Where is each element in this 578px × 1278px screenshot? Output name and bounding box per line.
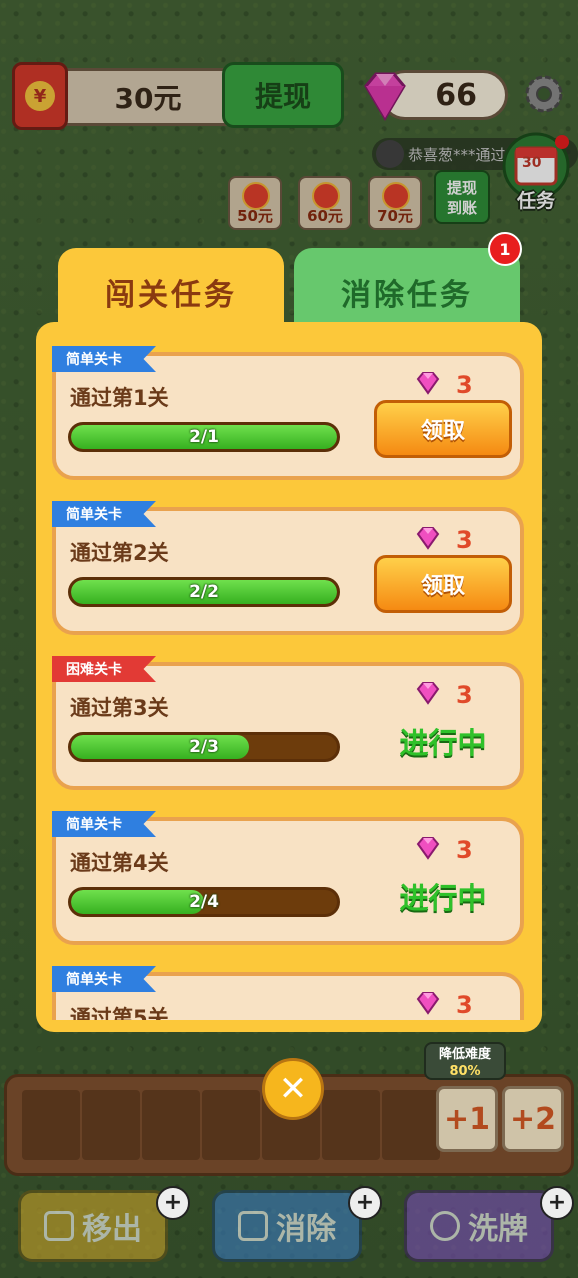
reward-count: 3	[456, 526, 473, 554]
lower-difficulty-tag: 降低难度 80%	[424, 1042, 506, 1080]
in-progress-status: 进行中	[399, 881, 487, 915]
progress-bar: 2/1	[68, 422, 340, 452]
move-out-icon	[44, 1211, 74, 1241]
gem-icon	[414, 836, 442, 864]
move-out-add-icon[interactable]: +	[156, 1186, 190, 1220]
tray-slot	[82, 1090, 140, 1160]
task-card: 简单关卡通过第2关 3 2/2 领取	[52, 501, 524, 635]
shuffle-button[interactable]: 洗牌	[404, 1190, 554, 1262]
task-title: 通过第2关	[70, 541, 169, 565]
difficulty-tag: 困难关卡	[52, 656, 156, 682]
difficulty-tag: 简单关卡	[52, 966, 156, 992]
difficulty-tag: 简单关卡	[52, 811, 156, 837]
task-title: 通过第4关	[70, 851, 169, 875]
lower-difficulty-pct: 80%	[449, 1064, 481, 1079]
gem-icon	[414, 526, 442, 554]
task-reward: 3	[414, 990, 514, 1020]
tray-slot	[202, 1090, 260, 1160]
eliminate-button[interactable]: 消除	[212, 1190, 362, 1262]
tab-eliminate-tasks[interactable]: 消除任务	[294, 248, 520, 328]
plus-two-slot-button[interactable]: +2	[502, 1086, 564, 1152]
eliminate-add-icon[interactable]: +	[348, 1186, 382, 1220]
progress-text: 2/1	[189, 427, 219, 447]
progress-text: 2/4	[189, 892, 219, 912]
task-card: 简单关卡通过第4关 3 2/4 进行中	[52, 811, 524, 945]
progress-text: 2/2	[189, 582, 219, 602]
task-title: 通过第5关	[70, 1006, 169, 1020]
difficulty-tag: 简单关卡	[52, 346, 156, 372]
tray-slot	[142, 1090, 200, 1160]
broom-icon	[238, 1211, 268, 1241]
shuffle-add-icon[interactable]: +	[540, 1186, 574, 1220]
task-title: 通过第3关	[70, 696, 169, 720]
tray-slot	[382, 1090, 440, 1160]
claim-button[interactable]: 领取	[374, 400, 512, 458]
reward-count: 3	[456, 371, 473, 399]
task-card: 困难关卡通过第3关 3 2/3 进行中	[52, 656, 524, 790]
in-progress-status: 进行中	[399, 726, 487, 760]
claim-button[interactable]: 领取	[374, 555, 512, 613]
progress-bar: 2/3	[68, 732, 340, 762]
eliminate-label: 消除	[276, 1212, 336, 1247]
task-reward: 3	[414, 835, 514, 865]
task-reward: 3	[414, 370, 514, 400]
reward-count: 3	[456, 836, 473, 864]
notification-badge: 1	[488, 232, 522, 266]
reward-count: 3	[456, 681, 473, 709]
tray-slot	[22, 1090, 80, 1160]
progress-bar: 2/2	[68, 577, 340, 607]
close-button[interactable]: ✕	[262, 1058, 324, 1120]
difficulty-tag: 简单关卡	[52, 501, 156, 527]
lower-difficulty-label: 降低难度	[438, 1047, 491, 1062]
task-title: 通过第1关	[70, 386, 169, 410]
gem-icon	[414, 681, 442, 709]
task-list[interactable]: 简单关卡 通过第1关 3 2/1 领取 简单关卡 通过第2关 3 2/2 领取 困难关卡 通过第3关 3…	[52, 342, 526, 1020]
task-panel: 简单关卡 通过第1关 3 2/1 领取 简单关卡 通过第2关 3 2/2 领取 困难关卡 通过第3关 3…	[36, 322, 542, 1032]
reward-count: 3	[456, 991, 473, 1019]
tray-slot	[322, 1090, 380, 1160]
gem-icon	[414, 991, 442, 1019]
shuffle-icon	[430, 1211, 460, 1241]
task-reward: 3	[414, 680, 514, 710]
task-card: 简单关卡通过第1关 3 2/1 领取	[52, 346, 524, 480]
task-reward: 3	[414, 525, 514, 555]
move-out-button[interactable]: 移出	[18, 1190, 168, 1262]
plus-one-slot-button[interactable]: +1	[436, 1086, 498, 1152]
progress-text: 2/3	[189, 737, 219, 757]
task-card: 简单关卡通过第5关 3	[52, 966, 524, 1020]
progress-bar: 2/4	[68, 887, 340, 917]
gem-icon	[414, 371, 442, 399]
move-out-label: 移出	[82, 1212, 142, 1247]
shuffle-label: 洗牌	[468, 1212, 528, 1247]
